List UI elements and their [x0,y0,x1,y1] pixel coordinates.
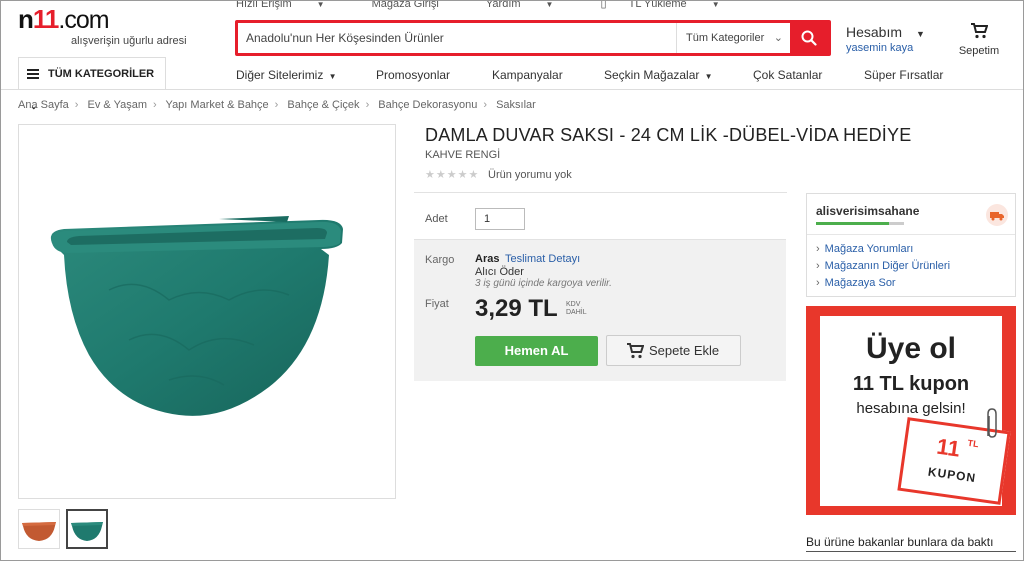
search-category-select[interactable]: Tüm Kategoriler ⌄ [676,23,793,53]
toplink-help[interactable]: Yardım ▼ [486,0,576,10]
chevron-right-icon: › [153,99,157,111]
thumbnail-image [22,522,56,541]
nav-best-sellers[interactable]: Çok Satanlar [753,68,822,82]
thumbnail-green[interactable] [66,509,108,549]
chevron-down-icon: ▼ [316,0,325,9]
cart-button[interactable]: Sepetim [958,23,1000,57]
search-input[interactable] [246,31,666,45]
menu-icon [27,69,39,80]
cart-icon [971,23,989,39]
product-price: 3,29 TL [475,295,558,322]
paperclip-icon [987,408,997,438]
chevron-down-icon: ▼ [711,0,720,9]
seller-link-ask[interactable]: › Mağazaya Sor [816,277,896,289]
breadcrumb-item[interactable]: Bahçe & Çiçek [287,99,359,111]
thumbnail-terracotta[interactable] [18,509,60,549]
buy-now-button[interactable]: Hemen AL [475,336,598,366]
logo[interactable]: n11.com alışverişin uğurlu adresi [18,5,208,51]
promo-coupon-text: 11 TL kupon [852,373,970,395]
product-title: DAMLA DUVAR SAKSI - 24 CM LİK -DÜBEL-VİD… [425,125,912,145]
breadcrumb-item[interactable]: Bahçe Dekorasyonu [378,99,477,111]
signup-promo-banner[interactable]: Üye ol 11 TL kupon hesabına gelsin! 11 T… [806,306,1016,515]
chevron-right-icon: › [816,260,820,272]
account-menu[interactable]: Hesabım ▼ yasemin kaya [846,24,925,54]
logo-slogan: alışverişin uğurlu adresi [71,35,187,47]
chevron-down-icon: ▼ [916,29,925,39]
add-to-cart-button[interactable]: Sepete Ekle [606,335,741,366]
search-button[interactable] [790,20,828,56]
page: n11.com alışverişin uğurlu adresi Hızlı … [0,0,1024,561]
coupon-unit: TL [966,437,980,450]
cart-label: Sepetim [958,45,1000,57]
logo-text: n11.com [18,4,110,34]
nav-select-stores[interactable]: Seçkin Mağazalar ▼ [604,68,713,82]
product-main-image[interactable] [18,124,396,499]
coupon-label: KUPON [927,464,977,486]
phone-icon: ▯ [600,0,607,10]
seller-link-reviews[interactable]: › Mağaza Yorumları [816,243,913,255]
nav-other-sites[interactable]: Diğer Sitelerimiz ▼ [236,68,337,82]
toplink-tl-topup[interactable]: ▯ TL Yükleme ▼ [600,0,742,10]
search-icon [801,30,817,46]
breadcrumb-item[interactable]: Ana Sayfa [18,99,69,111]
price-label: Fiyat [425,298,449,310]
cart-icon [627,343,644,359]
add-to-cart-label: Sepete Ekle [649,343,720,358]
wall-planter-image [50,216,343,416]
seller-name[interactable]: alisverisimsahane [816,204,919,218]
chevron-right-icon: › [365,99,370,111]
chevron-down-icon: ▼ [702,72,713,81]
breadcrumb: Ana Sayfa › Ev & Yaşam › Yapı Market & Bah… [18,99,536,111]
all-categories-label: TÜM KATEGORİLER [48,68,155,80]
truck-icon [986,204,1008,226]
cargo-payer: Alıcı Öder [475,266,524,278]
cargo-company: Aras [475,253,500,265]
nav-campaigns[interactable]: Kampanyalar [492,68,563,82]
account-username[interactable]: yasemin kaya [846,42,925,54]
divider [414,192,787,193]
coupon-value: 11 [935,433,962,462]
nav-divider [1,89,1023,90]
price-box: Kargo Aras Teslimat Detayı Alıcı Öder 3 … [414,239,786,381]
chevron-down-icon: ⌄ [773,32,783,44]
chevron-right-icon: › [274,99,279,111]
promo-headline: Üye ol [865,332,957,365]
breadcrumb-item[interactable]: Ev & Yaşam [88,99,148,111]
delivery-details-link[interactable]: Teslimat Detayı [505,253,580,265]
main-nav: Diğer Sitelerimiz ▼ Promosyonlar Kampany… [167,65,1017,87]
cargo-note: 3 iş günü içinde kargoya verilir. [475,278,612,289]
thumbnail-image [71,522,103,541]
search-bar: Tüm Kategoriler ⌄ [235,20,831,56]
divider [806,551,1016,552]
toplink-quick-access[interactable]: Hızlı Erişim ▼ [236,0,347,10]
also-viewed-heading: Bu ürüne bakanlar bunlara da baktı [806,535,994,549]
seller-rating-bar [816,222,904,225]
chevron-down-icon: ▼ [545,0,554,9]
chevron-right-icon: › [816,277,820,289]
rating-stars: ★★★★★ [425,169,480,181]
top-links: Hızlı Erişim ▼ Mağaza Girişi Yardım ▼ ▯ TL… [236,0,764,11]
search-category-label: Tüm Kategoriler [686,32,765,44]
breadcrumb-item[interactable]: Saksılar [496,99,536,111]
review-text[interactable]: Ürün yorumu yok [488,169,572,181]
all-categories-button[interactable]: TÜM KATEGORİLER ⌄ [18,57,166,111]
nav-super-deals[interactable]: Süper Fırsatlar [864,68,943,82]
seller-link-other-products[interactable]: › Mağazanın Diğer Ürünleri [816,260,950,272]
breadcrumb-item[interactable]: Yapı Market & Bahçe [166,99,269,111]
chevron-right-icon: › [74,99,79,111]
chevron-down-icon: ▼ [326,72,337,81]
account-title: Hesabım [846,24,903,40]
tax-included-note: KDV DAHİL [566,301,587,316]
divider [807,234,1015,235]
toplink-store-login[interactable]: Mağaza Girişi [372,1,461,10]
quantity-input[interactable] [475,208,525,230]
seller-box: alisverisimsahane › Mağaza Yorumları › Mağ… [806,193,1016,297]
cargo-label: Kargo [425,254,455,266]
product-variant: KAHVE RENGİ [425,149,501,161]
nav-promotions[interactable]: Promosyonlar [376,68,450,82]
quantity-label: Adet [425,213,448,225]
chevron-right-icon: › [816,243,820,255]
chevron-right-icon: › [483,99,488,111]
